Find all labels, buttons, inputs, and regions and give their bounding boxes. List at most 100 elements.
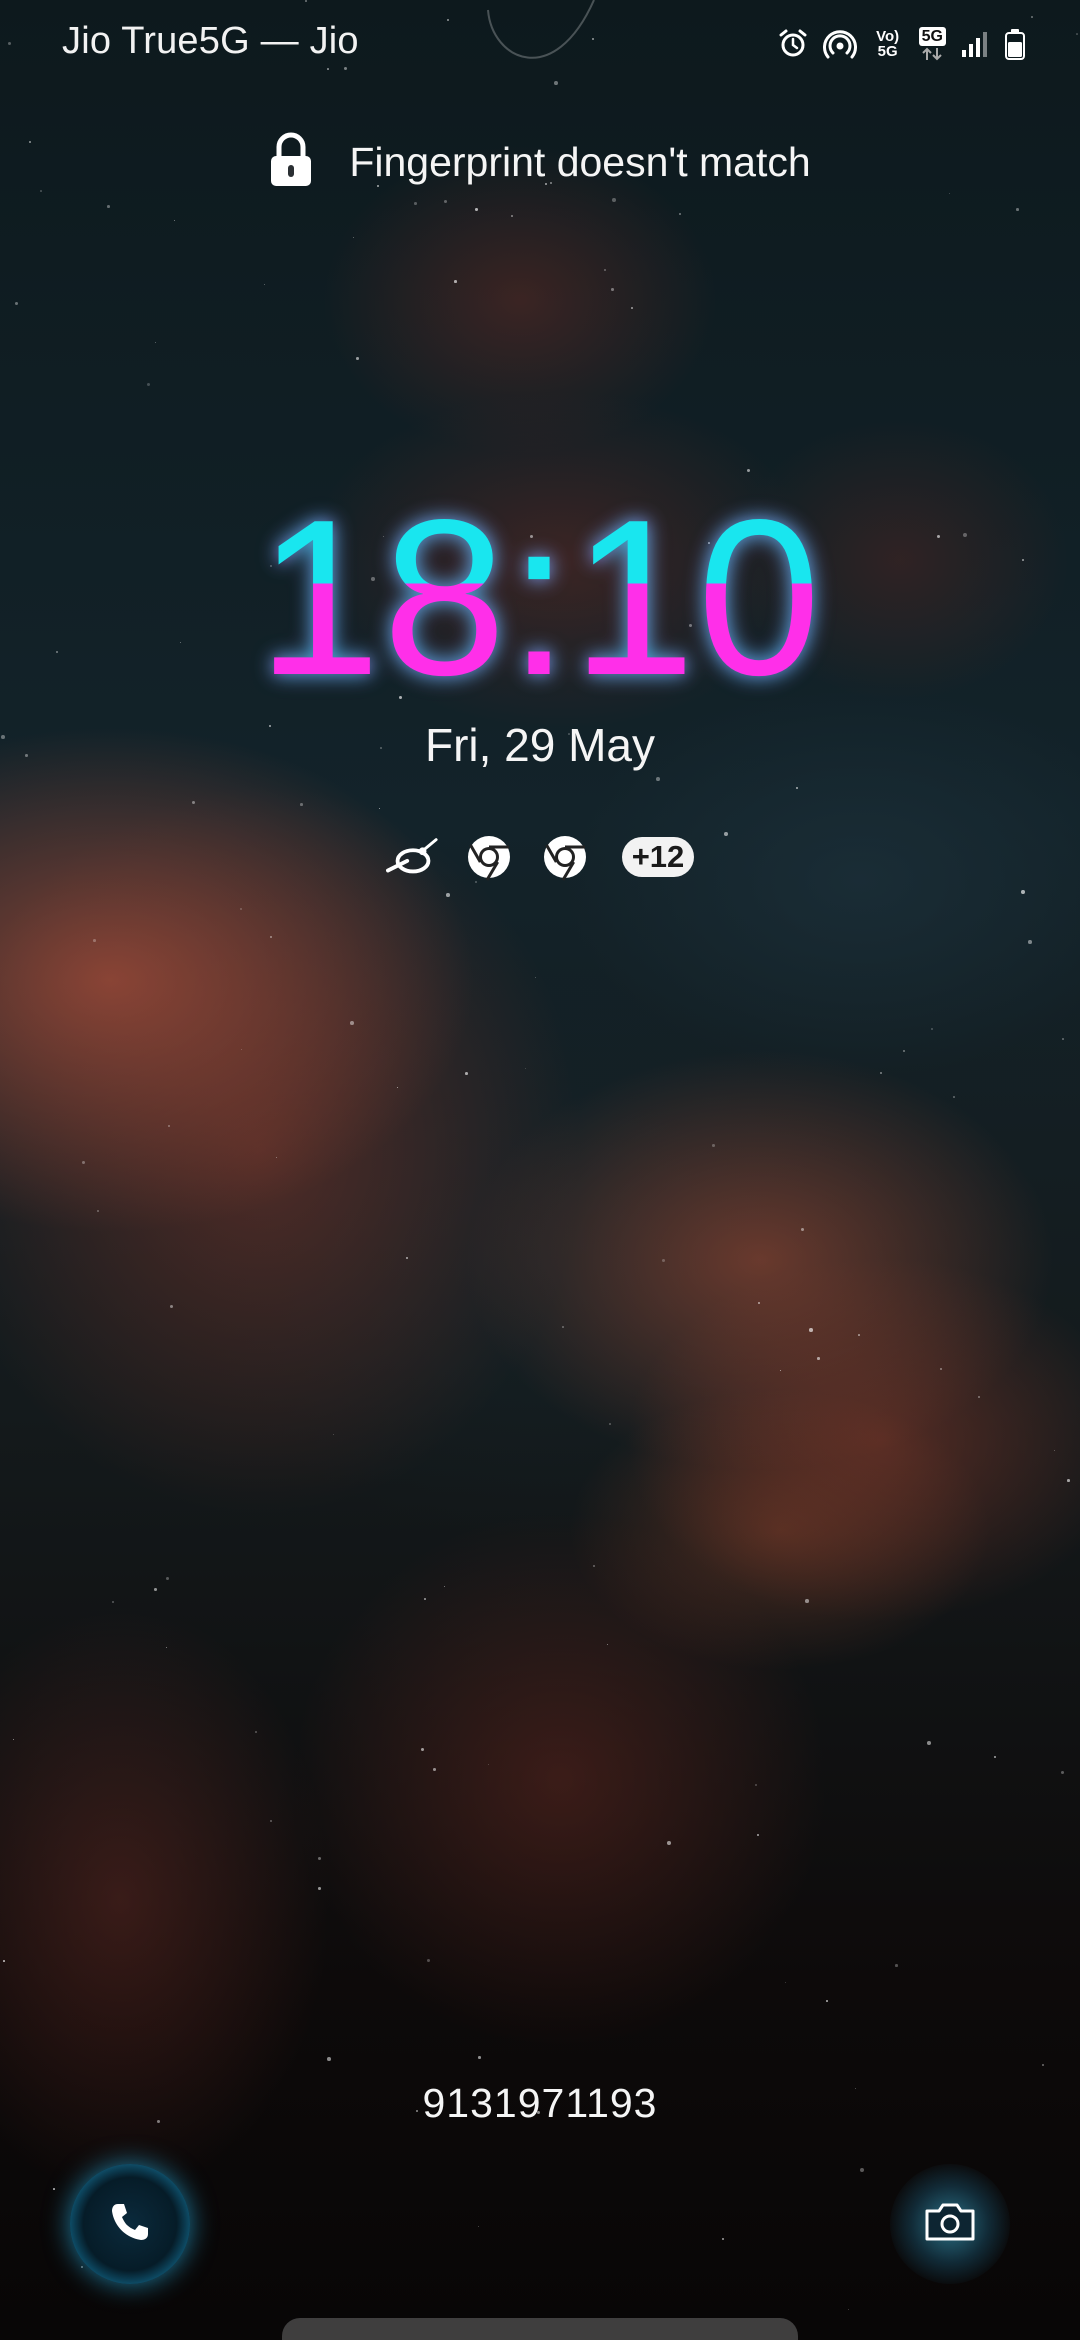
star [949,193,951,195]
star [333,1434,335,1436]
star [15,302,19,306]
status-icons: Vo) 5G 5G [777,22,1026,66]
star [444,1586,446,1588]
signal-icon [960,29,990,59]
chrome-icon [538,830,592,884]
star [817,1357,820,1360]
star [406,1257,409,1260]
more-notifications-badge: +12 [621,837,695,877]
star [3,1960,5,1962]
star [166,1647,168,1649]
star [433,1768,436,1771]
chrome-icon [462,830,516,884]
star [446,893,450,897]
volte-icon: Vo) 5G [871,29,905,59]
star [1016,208,1019,211]
star [397,1087,399,1089]
star [1061,1771,1065,1775]
star [170,1305,174,1309]
phone-shortcut[interactable] [70,2164,190,2284]
home-indicator[interactable] [282,2318,798,2340]
star [978,1396,980,1398]
star [631,307,633,309]
star [264,284,266,286]
battery-icon [1004,28,1026,60]
star [424,1598,426,1600]
star [609,1423,611,1425]
star [168,1125,171,1128]
star [356,357,359,360]
star [465,1072,468,1075]
phone-icon [106,2198,154,2251]
star [53,2188,55,2190]
status-bar: Jio True5G — Jio Vo) 5G 5G [0,0,1080,88]
star [953,1096,955,1098]
star [796,787,799,790]
star [562,1326,564,1328]
star [147,383,151,387]
star [903,1050,906,1053]
star [780,1370,782,1372]
star [444,200,448,204]
star [81,2266,84,2269]
star [475,208,478,211]
star [427,1959,430,1962]
star [757,1834,760,1837]
star [478,2226,480,2228]
star [270,1820,273,1823]
star [240,908,243,911]
star [525,1068,526,1069]
star [994,1756,997,1759]
star [192,801,196,805]
star [166,1577,169,1580]
star [858,1334,860,1336]
star [174,220,176,222]
star [656,777,660,781]
star [604,269,607,272]
camera-icon [923,2201,977,2248]
star [1021,890,1025,894]
star [353,237,355,239]
star [712,1144,715,1147]
star [895,1964,898,1967]
owner-info: 9131971193 [422,2080,658,2126]
star [276,1157,278,1159]
star [97,1210,100,1213]
star [154,1588,157,1591]
star [931,1028,934,1031]
star [350,1021,354,1025]
star [93,939,96,942]
star [722,2238,725,2241]
camera-cutout-decoration [487,0,595,59]
lockscreen-date: Fri, 29 May [424,719,656,771]
star [318,1857,322,1861]
star [848,2309,850,2311]
star [82,1161,85,1164]
star [662,1259,666,1263]
star [611,288,614,291]
star [270,936,273,939]
fingerprint-message: Fingerprint doesn't match [349,139,811,185]
notification-icons[interactable]: +12 [0,830,1080,884]
star [826,2000,828,2002]
star [454,280,457,283]
star [241,1049,243,1051]
star [318,1887,321,1890]
star [421,1748,424,1751]
alarm-icon [777,28,809,60]
camera-shortcut[interactable] [890,2164,1010,2284]
star [13,1739,15,1741]
star [880,1072,882,1074]
lock-status: Fingerprint doesn't match [0,132,1080,193]
star [1028,940,1032,944]
star [612,198,616,202]
star [785,1982,787,1984]
star [747,469,751,473]
star [679,213,682,216]
star [1062,1038,1064,1040]
star [255,1731,257,1733]
star [758,1302,761,1305]
volte-label: Vo) 5G [876,28,900,60]
star [927,1741,931,1745]
bird-app-icon [385,830,440,884]
